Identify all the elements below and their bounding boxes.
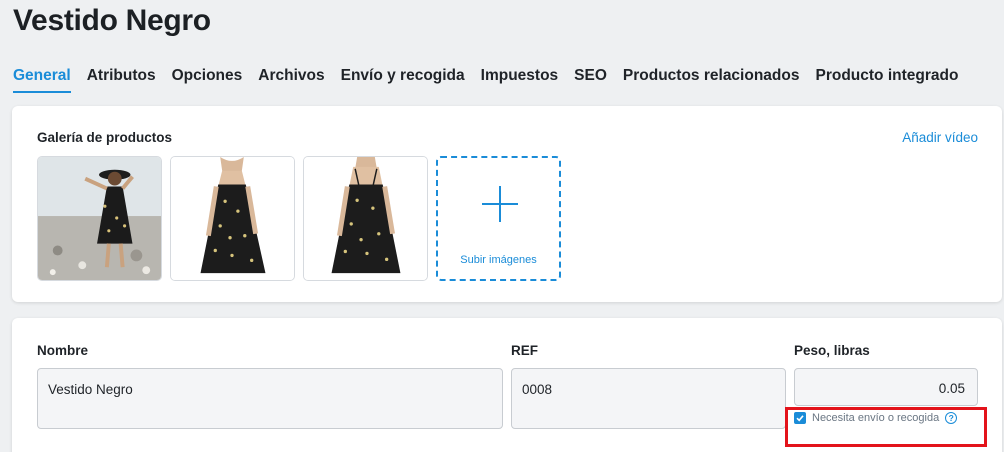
name-field[interactable]: Vestido Negro bbox=[37, 368, 503, 429]
ref-field[interactable]: 0008 bbox=[511, 368, 786, 429]
dress-back-image bbox=[304, 157, 427, 280]
tab-general[interactable]: General bbox=[13, 67, 71, 93]
add-video-link[interactable]: Añadir vídeo bbox=[902, 130, 978, 145]
upload-images-label: Subir imágenes bbox=[460, 254, 537, 266]
weight-field[interactable]: 0.05 bbox=[794, 368, 978, 406]
name-label: Nombre bbox=[37, 343, 89, 358]
product-image-1[interactable] bbox=[37, 156, 162, 281]
gallery-card: Galería de productos Añadir vídeo Subir … bbox=[12, 106, 1002, 302]
product-image-3[interactable] bbox=[303, 156, 428, 281]
gallery-title: Galería de productos bbox=[37, 130, 173, 145]
tab-productos-relacionados[interactable]: Productos relacionados bbox=[623, 67, 800, 93]
product-tabs: General Atributos Opciones Archivos Enví… bbox=[13, 67, 974, 93]
ref-label: REF bbox=[511, 343, 538, 358]
plus-icon bbox=[482, 186, 518, 222]
tab-opciones[interactable]: Opciones bbox=[172, 67, 243, 93]
product-image-2[interactable] bbox=[170, 156, 295, 281]
highlight-box bbox=[785, 407, 987, 447]
tab-atributos[interactable]: Atributos bbox=[87, 67, 156, 93]
tab-archivos[interactable]: Archivos bbox=[258, 67, 324, 93]
weight-label: Peso, libras bbox=[794, 343, 870, 358]
tab-envio-y-recogida[interactable]: Envío y recogida bbox=[341, 67, 465, 93]
tab-impuestos[interactable]: Impuestos bbox=[481, 67, 559, 93]
page-title: Vestido Negro bbox=[13, 4, 211, 37]
tab-seo[interactable]: SEO bbox=[574, 67, 607, 93]
beach-photo-image bbox=[38, 157, 161, 280]
upload-images-button[interactable]: Subir imágenes bbox=[436, 156, 561, 281]
tab-producto-integrado[interactable]: Producto integrado bbox=[815, 67, 958, 93]
dress-front-image bbox=[171, 157, 294, 280]
